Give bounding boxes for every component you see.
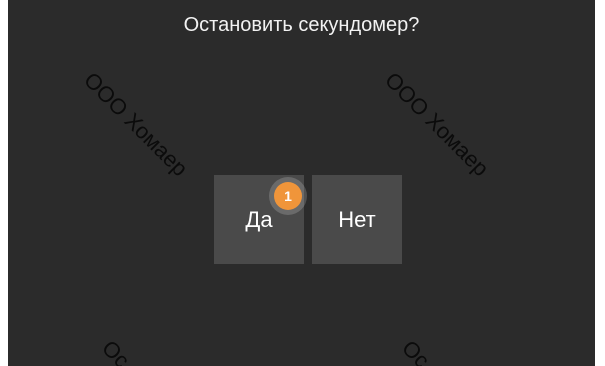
dialog-screen: Остановить секундомер? ООО Хомаер ООО Хо… xyxy=(8,0,595,366)
watermark-text-partial: Ос xyxy=(97,335,135,366)
no-button[interactable]: Нет xyxy=(312,175,402,264)
step-marker-number: 1 xyxy=(284,188,292,204)
step-marker-badge: 1 xyxy=(274,182,302,210)
watermark-text-partial: Ос xyxy=(397,335,435,366)
step-marker: 1 xyxy=(269,177,307,215)
watermark-text: ООО Хомаер xyxy=(79,67,193,182)
yes-button-label: Да xyxy=(245,206,273,232)
no-button-label: Нет xyxy=(338,206,376,232)
dialog-title: Остановить секундомер? xyxy=(183,14,420,36)
watermark-text: ООО Хомаер xyxy=(380,67,494,182)
